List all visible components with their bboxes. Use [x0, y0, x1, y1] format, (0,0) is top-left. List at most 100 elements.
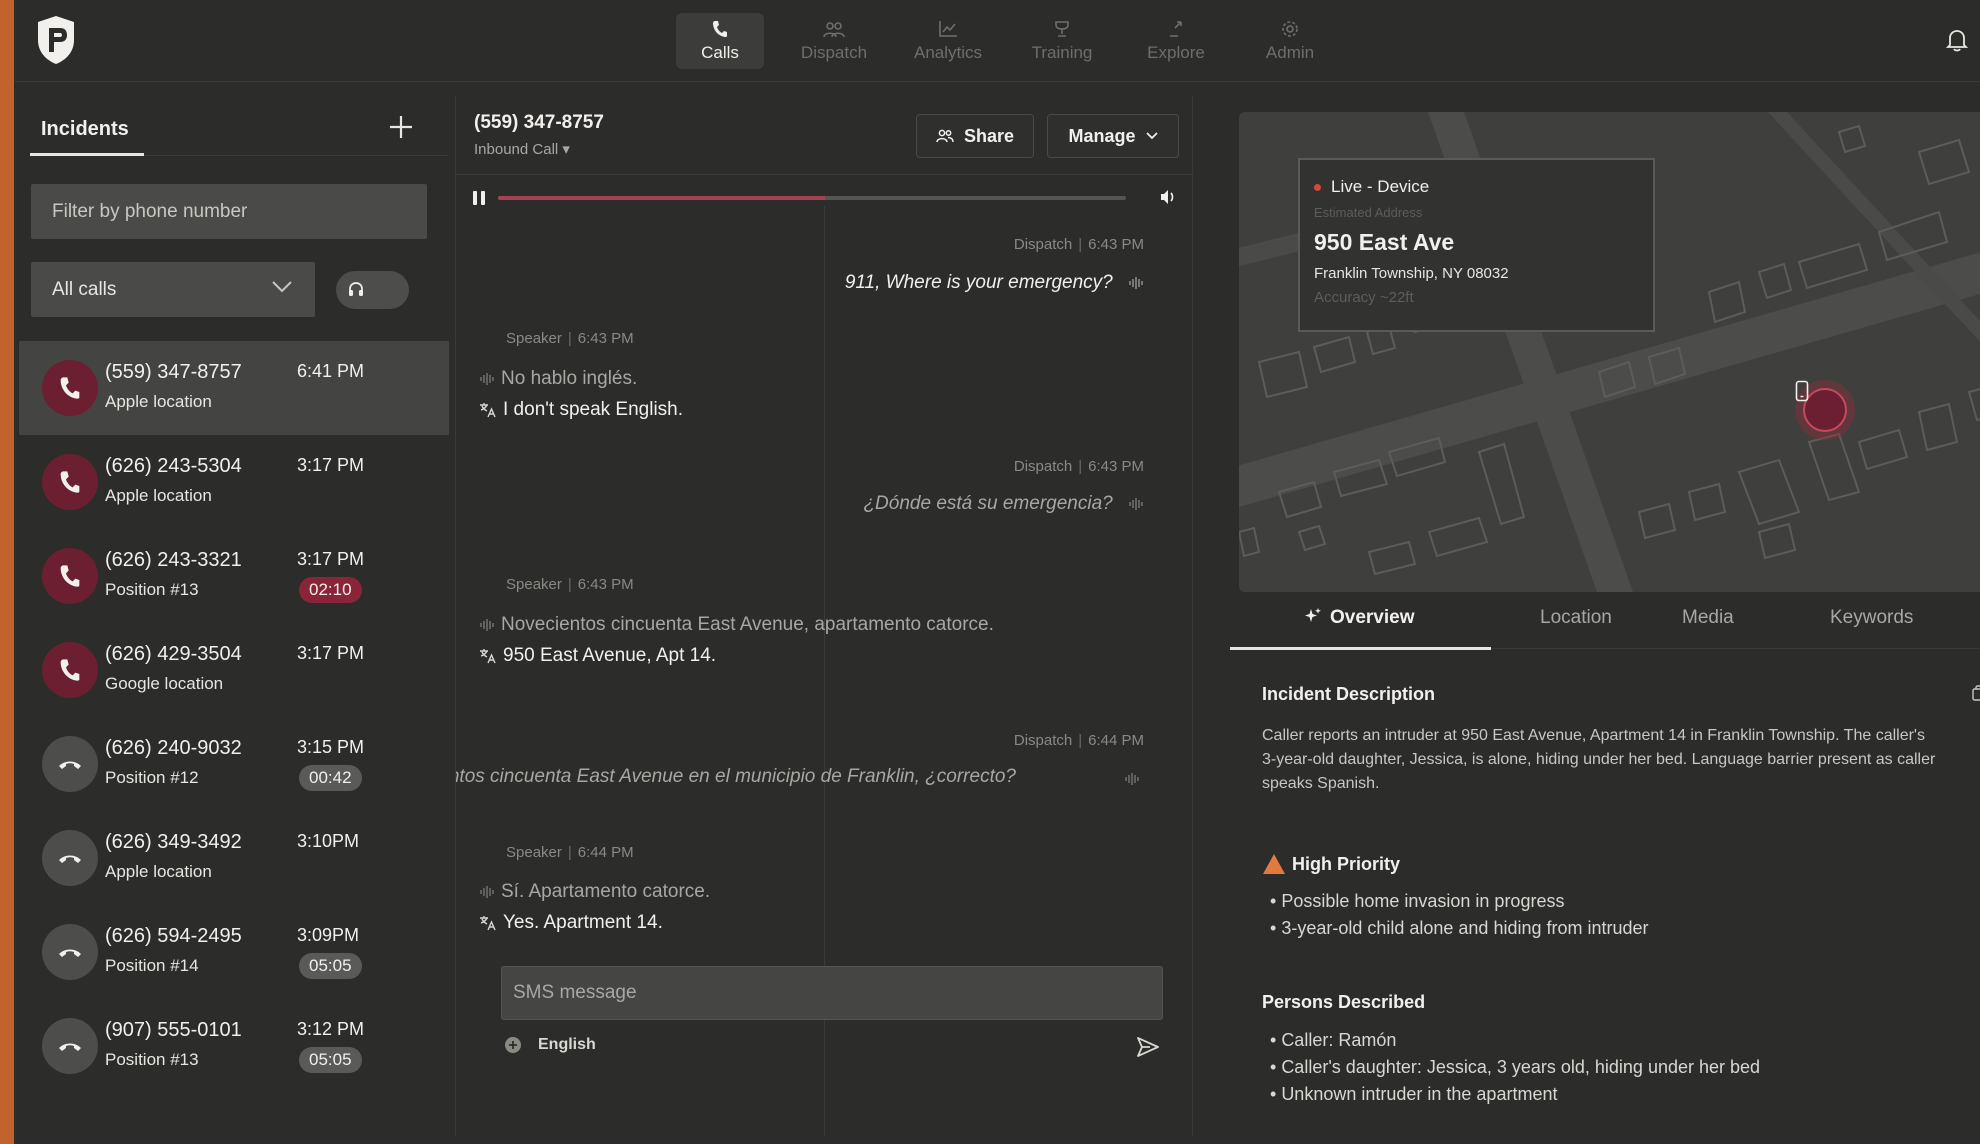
audio-wave-icon[interactable]: [1128, 276, 1144, 290]
call-status-badge: [42, 924, 98, 980]
audio-wave-icon[interactable]: [479, 885, 495, 899]
call-location: Apple location: [105, 486, 212, 505]
message-role: Speaker: [506, 330, 562, 347]
tab-media[interactable]: Media: [1682, 607, 1734, 629]
nav-analytics-label: Analytics: [913, 42, 983, 62]
call-time: 3:17 PM: [297, 455, 365, 475]
top-bar: Calls Dispatch Analytics Training Explor…: [14, 0, 1980, 82]
device-location-pin[interactable]: [1795, 380, 1855, 440]
call-row[interactable]: (907) 555-0101 Position #13 3:12 PM 05:0…: [19, 999, 449, 1093]
message-time: 6:43 PM: [1088, 458, 1144, 475]
copy-icon[interactable]: [1972, 685, 1980, 701]
call-time: 3:09PM: [297, 925, 360, 945]
message-translated-text: Yes. Apartment 14.: [503, 912, 663, 933]
phone-icon: [713, 20, 727, 37]
manage-button[interactable]: Manage: [1047, 114, 1179, 158]
message-time: 6:44 PM: [1088, 732, 1144, 749]
list-item: Caller's daughter: Jessica, 3 years old,…: [1270, 1054, 1760, 1081]
message-time: 6:44 PM: [577, 844, 634, 861]
training-icon: [1055, 20, 1069, 37]
call-row[interactable]: (626) 243-5304 Apple location 3:17 PM: [19, 435, 449, 529]
priority-label: High Priority: [1292, 853, 1401, 874]
share-button[interactable]: Share: [916, 114, 1034, 158]
tab-keywords-label: Keywords: [1830, 607, 1914, 628]
tab-location[interactable]: Location: [1540, 607, 1612, 629]
language-selector[interactable]: English: [504, 1036, 596, 1054]
tab-underline: [30, 153, 144, 156]
call-location: Apple location: [105, 392, 212, 411]
add-incident-button[interactable]: [386, 112, 416, 142]
message-translated-text: 950 East Avenue, Apt 14.: [503, 645, 717, 666]
message-role: Speaker: [506, 844, 562, 861]
share-label: Share: [963, 125, 1015, 146]
headphones-icon: [349, 282, 363, 296]
location-map[interactable]: Live - Device Estimated Address 950 East…: [1239, 112, 1980, 592]
call-row[interactable]: (626) 240-9032 Position #12 3:15 PM 00:4…: [19, 717, 449, 811]
audio-wave-icon[interactable]: [1124, 772, 1140, 786]
tab-overview[interactable]: Overview: [1304, 607, 1415, 629]
call-row[interactable]: (626) 243-3321 Position #13 3:17 PM 02:1…: [19, 529, 449, 623]
nav-calls[interactable]: Calls: [676, 13, 764, 69]
call-duration-badge: 02:10: [299, 577, 362, 603]
sms-message-input[interactable]: [501, 966, 1163, 1020]
call-duration-badge: 00:42: [299, 765, 362, 791]
audio-wave-icon[interactable]: [1128, 497, 1144, 511]
call-time: 3:12 PM: [297, 1019, 365, 1039]
logo-icon[interactable]: [34, 14, 78, 66]
call-row[interactable]: (626) 594-2495 Position #14 3:09PM 05:05: [19, 905, 449, 999]
nav-admin[interactable]: Admin: [1246, 13, 1334, 69]
persons-list: Caller: Ramón Caller's daughter: Jessica…: [1270, 1027, 1760, 1108]
nav-dispatch[interactable]: Dispatch: [790, 13, 878, 69]
live-label: Live - Device: [1331, 177, 1430, 196]
detail-tabs: Overview Location Media Keywords: [1230, 607, 1980, 652]
nav-explore[interactable]: Explore: [1132, 13, 1220, 69]
active-call-number: (559) 347-8757: [474, 112, 604, 133]
live-dot: [1314, 183, 1321, 191]
priority-list: Possible home invasion in progress 3-yea…: [1270, 888, 1648, 942]
call-status-badge: [42, 548, 98, 604]
incident-description: Caller reports an intruder at 950 East A…: [1262, 727, 1936, 792]
call-type-dropdown[interactable]: Inbound Call ▾: [474, 140, 570, 158]
people-icon: [936, 129, 954, 143]
speaker-translation: 950 East Avenue, Apt 14.: [479, 645, 716, 667]
message-text: ¿Dónde está su emergencia?: [863, 493, 1113, 514]
volume-icon[interactable]: [1159, 188, 1177, 206]
message-translated-text: I don't speak English.: [503, 399, 684, 420]
call-list: (559) 347-8757 Apple location 6:41 PM (6…: [19, 341, 449, 1093]
transcript-panel: (559) 347-8757 Inbound Call ▾ Share Mana…: [455, 96, 1194, 1136]
message-meta: Dispatch | 6:43 PM: [1013, 236, 1144, 253]
persons-title: Persons Described: [1262, 992, 1426, 1012]
send-icon[interactable]: [1136, 1036, 1160, 1058]
incidents-tab[interactable]: Incidents: [41, 118, 129, 141]
phone-icon: [60, 659, 80, 681]
playback-progress[interactable]: [498, 196, 1126, 200]
call-location: Position #13: [105, 1050, 199, 1069]
call-duration-badge: 05:05: [299, 1047, 362, 1073]
phone-filter-input[interactable]: [31, 184, 427, 239]
pin-core: [1795, 380, 1847, 432]
call-row[interactable]: (559) 347-8757 Apple location 6:41 PM: [19, 341, 449, 435]
bell-icon[interactable]: [1946, 28, 1968, 52]
address-line: 950 East Ave: [1314, 229, 1455, 255]
audio-toggle[interactable]: [336, 271, 409, 309]
tab-keywords[interactable]: Keywords: [1830, 607, 1913, 629]
nav-explore-label: Explore: [1147, 42, 1205, 62]
message-text: 911, Where is your emergency?: [844, 272, 1113, 293]
message-role: Dispatch: [1013, 732, 1073, 749]
live-indicator: Live - Device: [1314, 177, 1429, 197]
message-time: 6:43 PM: [577, 576, 634, 593]
call-time: 6:41 PM: [297, 361, 365, 381]
call-row[interactable]: (626) 349-3492 Apple location 3:10PM: [19, 811, 449, 905]
call-filter-select[interactable]: All calls: [31, 262, 315, 317]
call-duration-badge: 05:05: [299, 953, 362, 979]
audio-wave-icon[interactable]: [479, 618, 495, 632]
call-row[interactable]: (626) 429-3504 Google location 3:17 PM: [19, 623, 449, 717]
call-status-badge: [42, 736, 98, 792]
audio-wave-icon[interactable]: [479, 372, 495, 386]
dispatch-message: 911, Where is your emergency?: [845, 272, 1144, 294]
nav-training[interactable]: Training: [1018, 13, 1106, 69]
chevron-down-icon: [272, 281, 292, 293]
nav-analytics[interactable]: Analytics: [904, 13, 992, 69]
pause-button[interactable]: [471, 189, 487, 207]
list-item: Unknown intruder in the apartment: [1270, 1081, 1760, 1108]
